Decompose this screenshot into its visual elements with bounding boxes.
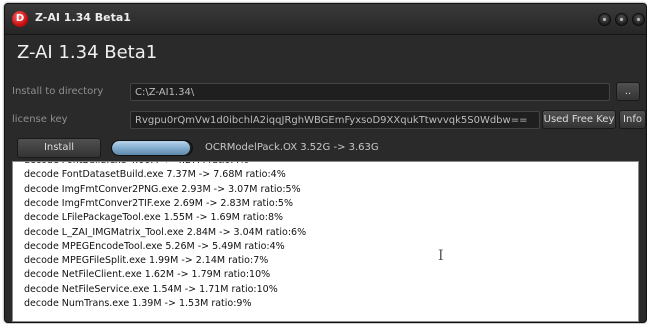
- license-key-label: license key: [12, 114, 68, 125]
- log-line: decode NetFileService.exe 1.54M -> 1.71M…: [24, 283, 278, 295]
- info-button[interactable]: Info: [619, 110, 646, 129]
- license-key-field[interactable]: Rvgpu0rQmVw1d0ibchlA2iqqJRghWBGEmFyxsoD9…: [130, 111, 540, 129]
- log-line: decode MPEGFileSplit.exe 1.99M -> 2.14M …: [24, 255, 269, 267]
- install-directory-field[interactable]: C:\Z-AI1.34\: [130, 83, 610, 101]
- log-line: decode ImgFmtConver2TIF.exe 2.69M -> 2.8…: [24, 197, 293, 209]
- close-icon[interactable]: [632, 13, 645, 26]
- install-button[interactable]: Install: [17, 138, 101, 158]
- page-title: Z-AI 1.34 Beta1: [17, 42, 158, 63]
- log-line: decode NumTrans.exe 1.39M -> 1.53M ratio…: [24, 298, 252, 309]
- browse-button[interactable]: ..: [616, 82, 640, 101]
- title-bar[interactable]: D Z-AI 1.34 Beta1: [5, 4, 646, 35]
- log-line: decode NetFileClient.exe 1.62M -> 1.79M …: [24, 269, 271, 281]
- progress-fill: [112, 141, 191, 155]
- text-cursor-icon: I: [438, 248, 444, 264]
- log-line: decode ImgFmtConver2PNG.exe 2.93M -> 3.0…: [24, 183, 301, 195]
- window-title: Z-AI 1.34 Beta1: [35, 11, 131, 24]
- used-free-key-button[interactable]: Used Free Key: [542, 110, 616, 129]
- log-line: decode LFilePackageTool.exe 1.55M -> 1.6…: [24, 212, 284, 224]
- install-status-text: OCRModelPack.OX 3.52G -> 3.63G: [205, 142, 379, 153]
- log-line: decode MPEGEncodeTool.exe 5.26M -> 5.49M…: [24, 240, 285, 252]
- app-logo-icon: D: [12, 11, 28, 27]
- install-log[interactable]: I decode FontBuild.exe 4.00M -> 4.27M ra…: [12, 161, 639, 322]
- maximize-icon[interactable]: [615, 13, 628, 26]
- installer-window: D Z-AI 1.34 Beta1 Z-AI 1.34 Beta1 Instal…: [4, 3, 647, 323]
- log-line: decode FontDatasetBuild.exe 7.37M -> 7.6…: [24, 169, 286, 181]
- log-line: decode FontBuild.exe 4.00M -> 4.27M rati…: [24, 162, 249, 166]
- minimize-icon[interactable]: [598, 13, 611, 26]
- install-directory-label: Install to directory: [12, 86, 104, 97]
- install-progress-bar: [111, 140, 193, 156]
- log-line: decode L_ZAI_IMGMatrix_Tool.exe 2.84M ->…: [24, 226, 307, 238]
